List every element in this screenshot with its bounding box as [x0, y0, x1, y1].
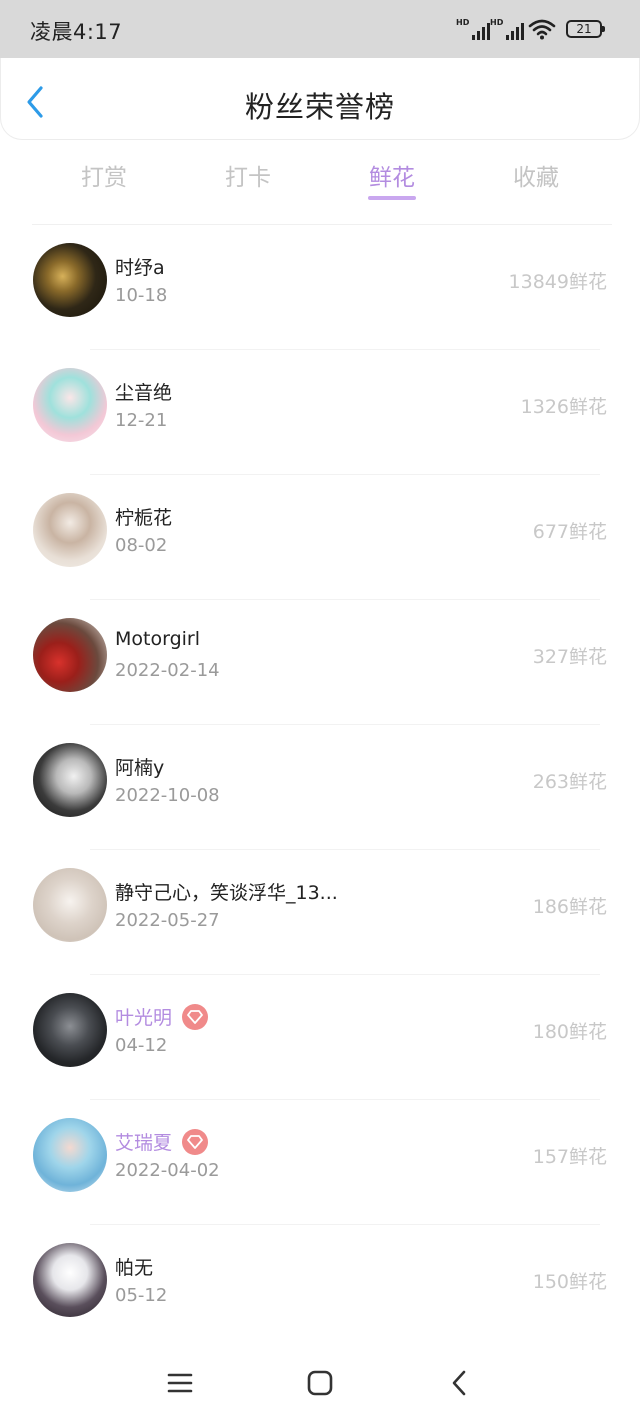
back-chevron-icon	[452, 1370, 466, 1396]
avatar[interactable]	[33, 993, 107, 1067]
status-time: 凌晨4:17	[30, 20, 123, 44]
menu-icon	[167, 1373, 193, 1393]
fan-name: 叶光明	[115, 1003, 209, 1032]
tab-favorites[interactable]: 收藏	[464, 152, 608, 224]
flower-count: 677鲜花	[532, 521, 607, 543]
fan-date: 12-21	[115, 410, 168, 431]
fan-name: 阿楠y	[115, 757, 165, 779]
fan-name: 静守己心，笑谈浮华_13...	[115, 882, 338, 904]
fan-name: 尘音绝	[115, 382, 173, 404]
avatar[interactable]	[33, 868, 107, 942]
avatar[interactable]	[33, 368, 107, 442]
list-item[interactable]: Motorgirl 2022-02-14 327鲜花	[0, 600, 640, 725]
back-nav-button[interactable]	[445, 1368, 475, 1398]
vip-diamond-icon	[182, 1128, 209, 1155]
list-item[interactable]: 艾瑞夏 2022-04-02 157鲜花	[0, 1100, 640, 1225]
home-button[interactable]	[305, 1368, 335, 1398]
flower-count: 186鲜花	[532, 896, 607, 918]
flower-count: 263鲜花	[532, 771, 607, 793]
flower-count: 13849鲜花	[508, 271, 607, 293]
page-header: 粉丝荣誉榜	[0, 58, 640, 140]
tab-tips[interactable]: 打赏	[32, 152, 176, 224]
tab-bar: 打赏 打卡 鲜花 收藏	[32, 152, 608, 224]
fan-name: 时纾a	[115, 257, 165, 279]
flower-count: 327鲜花	[532, 646, 607, 668]
fan-date: 2022-04-02	[115, 1160, 220, 1181]
wifi-icon	[528, 19, 556, 40]
avatar[interactable]	[33, 1243, 107, 1317]
fan-name: 帕无	[115, 1257, 154, 1279]
menu-button[interactable]	[165, 1368, 195, 1398]
avatar[interactable]	[33, 1118, 107, 1192]
avatar[interactable]	[33, 243, 107, 317]
page-title: 粉丝荣誉榜	[244, 90, 395, 124]
avatar[interactable]	[33, 618, 107, 692]
system-nav-bar	[0, 1352, 640, 1423]
list-item[interactable]: 时纾a 10-18 13849鲜花	[0, 225, 640, 350]
signal-icon-2: HD	[490, 18, 524, 42]
fan-date: 08-02	[115, 535, 168, 556]
fan-date: 2022-10-08	[115, 785, 220, 806]
fan-name: 艾瑞夏	[115, 1128, 209, 1157]
list-item[interactable]: 柠栀花 08-02 677鲜花	[0, 475, 640, 600]
avatar[interactable]	[33, 493, 107, 567]
fan-date: 2022-05-27	[115, 910, 220, 931]
flower-count: 180鲜花	[532, 1021, 607, 1043]
fan-date: 05-12	[115, 1285, 168, 1306]
list-item[interactable]: 静守己心，笑谈浮华_13... 2022-05-27 186鲜花	[0, 850, 640, 975]
fan-date: 10-18	[115, 285, 168, 306]
flower-count: 150鲜花	[532, 1271, 607, 1293]
tab-active-indicator	[368, 196, 416, 200]
flower-count: 157鲜花	[532, 1146, 607, 1168]
list-item[interactable]: 帕无 05-12 150鲜花	[0, 1225, 640, 1350]
fan-date: 2022-02-14	[115, 660, 220, 681]
vip-diamond-icon	[182, 1003, 209, 1030]
flower-count: 1326鲜花	[520, 396, 607, 418]
avatar[interactable]	[33, 743, 107, 817]
signal-icon: HD	[456, 18, 490, 42]
tab-checkin[interactable]: 打卡	[176, 152, 320, 224]
status-bar: 凌晨4:17 HD HD 21	[0, 0, 640, 58]
fan-name: 柠栀花	[115, 507, 173, 529]
list-item[interactable]: 尘音绝 12-21 1326鲜花	[0, 350, 640, 475]
list-item[interactable]: 叶光明 04-12 180鲜花	[0, 975, 640, 1100]
home-square-icon	[307, 1370, 333, 1396]
tab-flowers[interactable]: 鲜花	[320, 152, 464, 224]
fan-name: Motorgirl	[115, 628, 200, 650]
fan-date: 04-12	[115, 1035, 168, 1056]
list-item[interactable]: 阿楠y 2022-10-08 263鲜花	[0, 725, 640, 850]
battery-indicator: 21	[566, 20, 605, 38]
